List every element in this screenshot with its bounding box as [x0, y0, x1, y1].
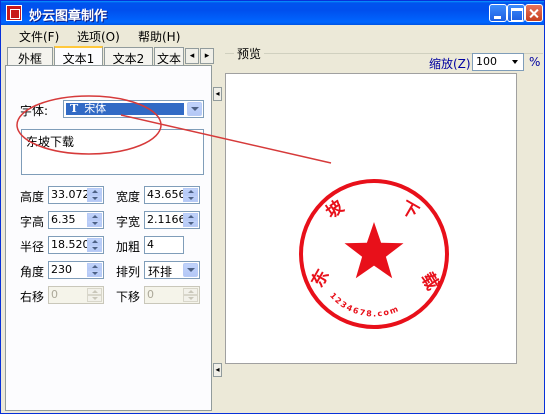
down-shift-spinner: 0 [144, 286, 200, 304]
title-bar[interactable]: 妙云图章制作 [1, 1, 544, 25]
height-value: 33.072 [51, 188, 88, 201]
spin-up-icon[interactable] [87, 213, 102, 220]
zoom-label: 缩放(Z) [429, 57, 471, 71]
arrange-value: 环排 [148, 265, 173, 279]
preview-label: 预览 [234, 45, 265, 62]
font-select[interactable]: T 宋体 [63, 100, 204, 118]
star-icon [344, 222, 404, 279]
preview-canvas[interactable]: 东 坡 下 载 1234678.com [225, 73, 517, 364]
spin-down-icon [183, 295, 198, 302]
menu-bar: 文件(F) 选项(O) 帮助(H) [1, 25, 544, 45]
menu-file[interactable]: 文件(F) [19, 28, 59, 45]
char-width-value: 2.1166 [147, 213, 184, 226]
truetype-font-icon: T [70, 102, 79, 115]
window-title: 妙云图章制作 [29, 9, 108, 24]
preview-panel: 预览 缩放(Z) 100 % 东 坡 下 载 1234678.com [225, 45, 543, 411]
char-width-spinner[interactable]: 2.1166 [144, 211, 200, 229]
tab-text3[interactable]: 文本 [154, 47, 184, 66]
app-window: 妙云图章制作 文件(F) 选项(O) 帮助(H) 外框 文本1 文本2 文本 ◂… [0, 0, 545, 414]
panel-splitter[interactable]: ◂ ◂ [213, 79, 223, 379]
menu-options[interactable]: 选项(O) [77, 28, 120, 45]
spin-down-icon[interactable] [183, 195, 198, 202]
char-width-label: 字宽 [116, 215, 141, 229]
spin-up-icon[interactable] [183, 213, 198, 220]
arrange-select[interactable]: 环排 [144, 261, 200, 279]
zoom-select[interactable]: 100 [472, 53, 524, 71]
char-height-spinner[interactable]: 6.35 [48, 211, 104, 229]
angle-spinner[interactable]: 230 [48, 261, 104, 279]
spin-down-icon[interactable] [87, 270, 102, 277]
stamp-bottom-text: 1234678.com [328, 291, 401, 319]
spin-up-icon [87, 288, 102, 295]
tab-frame[interactable]: 外框 [7, 47, 53, 66]
spin-up-icon[interactable] [87, 263, 102, 270]
width-label: 宽度 [116, 190, 141, 204]
zoom-value: 100 [476, 55, 497, 68]
down-shift-value: 0 [147, 288, 154, 301]
stamp-char-3: 下 [397, 198, 422, 224]
spin-up-icon [183, 288, 198, 295]
stamp-preview: 东 坡 下 载 1234678.com [299, 179, 449, 329]
tab-scroll-left-icon[interactable]: ◂ [185, 48, 199, 64]
spin-up-icon[interactable] [87, 188, 102, 195]
chevron-down-icon[interactable] [187, 102, 202, 116]
tab-scroll-right-icon[interactable]: ▸ [200, 48, 214, 64]
bold-label: 加粗 [116, 240, 141, 254]
chevron-down-icon[interactable] [183, 263, 198, 277]
right-shift-value: 0 [51, 288, 58, 301]
radius-spinner[interactable]: 18.520 [48, 236, 104, 254]
tab-text2[interactable]: 文本2 [104, 47, 153, 66]
right-shift-spinner: 0 [48, 286, 104, 304]
font-selected-item: T 宋体 [66, 103, 184, 115]
height-label: 高度 [20, 190, 45, 204]
stamp-text-input[interactable]: 东坡下载 [21, 129, 204, 175]
chevron-down-icon[interactable] [510, 55, 522, 69]
menu-help[interactable]: 帮助(H) [138, 28, 180, 45]
char-height-value: 6.35 [51, 213, 76, 226]
spin-down-icon[interactable] [87, 195, 102, 202]
stamp-app-icon [6, 5, 22, 21]
height-spinner[interactable]: 33.072 [48, 186, 104, 204]
stamp-bottom-path: 1234678.com [328, 291, 399, 319]
radius-label: 半径 [20, 240, 45, 254]
char-height-label: 字高 [20, 215, 45, 229]
maximize-button[interactable] [507, 4, 525, 22]
arrange-label: 排列 [116, 265, 141, 279]
font-label: 字体: [20, 104, 49, 118]
text1-tab-page: 字体: T 宋体 东坡下载 高度 33.072 宽度 43.656 字高 6.35 [5, 65, 212, 411]
spin-up-icon[interactable] [183, 188, 198, 195]
spin-down-icon[interactable] [87, 220, 102, 227]
tab-text1[interactable]: 文本1 [54, 46, 103, 67]
radius-value: 18.520 [51, 238, 88, 251]
width-spinner[interactable]: 43.656 [144, 186, 200, 204]
zoom-unit: % [529, 55, 541, 69]
spin-down-icon[interactable] [183, 220, 198, 227]
spin-down-icon[interactable] [87, 245, 102, 252]
angle-label: 角度 [20, 265, 45, 279]
right-shift-label: 右移 [20, 290, 45, 304]
down-shift-label: 下移 [116, 290, 141, 304]
angle-value: 230 [51, 263, 72, 276]
collapse-left-icon[interactable]: ◂ [213, 363, 222, 377]
font-value: 宋体 [84, 102, 107, 115]
width-value: 43.656 [147, 188, 184, 201]
left-panel: 外框 文本1 文本2 文本 ◂ ▸ 字体: T 宋体 东坡下载 高度 33.072… [5, 45, 216, 411]
tab-strip: 外框 文本1 文本2 文本 ◂ ▸ [5, 46, 216, 67]
spin-up-icon[interactable] [87, 238, 102, 245]
bold-input[interactable]: 4 [144, 236, 184, 254]
minimize-button[interactable] [489, 4, 507, 22]
collapse-left-icon[interactable]: ◂ [213, 87, 222, 101]
spin-down-icon [87, 295, 102, 302]
close-button[interactable] [525, 4, 543, 22]
